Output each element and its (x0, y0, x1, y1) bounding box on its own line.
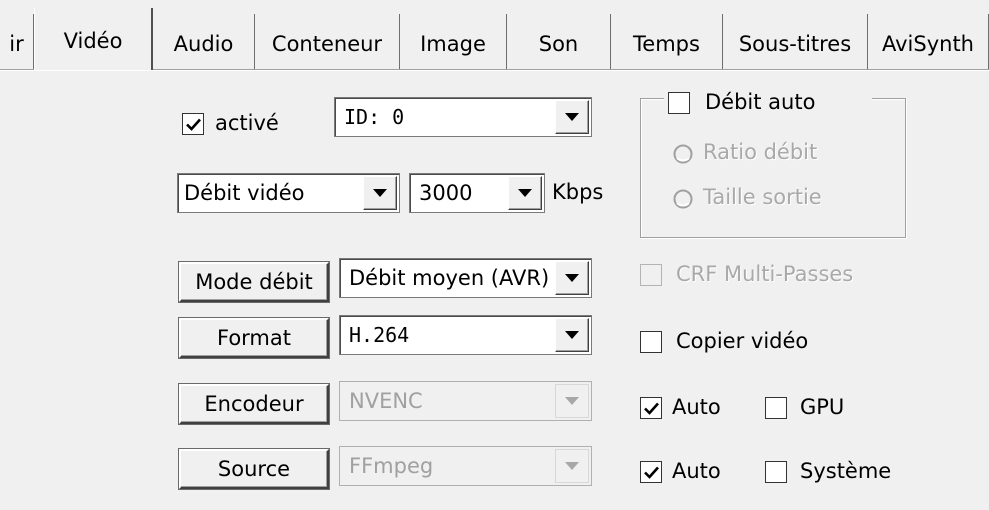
radio-ratio-debit[interactable] (673, 144, 693, 164)
dropdown-button[interactable] (555, 318, 589, 352)
dropdown-button[interactable] (555, 449, 589, 483)
dropdown-button[interactable] (363, 176, 397, 210)
bitrate-value-select[interactable]: 3000 (409, 173, 545, 213)
gpu-checkbox[interactable] (765, 397, 787, 419)
copy-video-label: Copier vidéo (676, 329, 809, 353)
source-auto-checkbox[interactable] (640, 461, 662, 483)
chevron-down-icon (518, 189, 532, 197)
chevron-down-icon (565, 331, 579, 339)
auto-bitrate-checkbox[interactable] (668, 92, 690, 114)
radio-taille-sortie[interactable] (673, 189, 693, 209)
taille-sortie-label: Taille sortie (703, 185, 822, 209)
rate-mode-value: Débit moyen (AVR) (349, 266, 550, 290)
source-button[interactable]: Source (179, 449, 329, 489)
auto-bitrate-label: Débit auto (705, 90, 816, 114)
gpu-label: GPU (800, 395, 845, 419)
tab-partial[interactable]: ir (0, 14, 34, 69)
format-value: H.264 (349, 323, 410, 347)
chevron-down-icon (565, 397, 579, 405)
tab-image[interactable]: Image (400, 14, 507, 69)
encoder-button-label: Encodeur (204, 392, 304, 416)
chevron-down-icon (373, 189, 387, 197)
tab-video[interactable]: Vidéo (34, 8, 153, 70)
enabled-checkbox[interactable] (182, 113, 204, 135)
rate-mode-button[interactable]: Mode débit (179, 262, 329, 302)
rate-mode-button-label: Mode débit (195, 270, 313, 294)
source-select[interactable]: FFmpeg (339, 446, 592, 486)
checkmark-icon (185, 118, 201, 131)
source-button-label: Source (217, 457, 291, 481)
system-label: Système (800, 459, 892, 483)
system-checkbox[interactable] (765, 461, 787, 483)
crf-multipass-checkbox[interactable] (640, 264, 662, 286)
format-select[interactable]: H.264 (339, 315, 592, 355)
encoder-auto-checkbox[interactable] (640, 397, 662, 419)
tab-audio[interactable]: Audio (153, 14, 255, 69)
dropdown-button[interactable] (555, 384, 589, 418)
enabled-label: activé (215, 111, 279, 135)
bitrate-value: 3000 (419, 181, 473, 205)
encoder-button[interactable]: Encodeur (179, 384, 329, 424)
ratio-debit-label: Ratio débit (703, 140, 818, 164)
dropdown-button[interactable] (555, 100, 589, 134)
checkmark-icon (643, 466, 659, 479)
format-button-label: Format (216, 326, 291, 350)
tab-temps[interactable]: Temps (611, 14, 723, 69)
chevron-down-icon (565, 462, 579, 470)
source-value: FFmpeg (349, 454, 434, 478)
dropdown-button[interactable] (555, 261, 589, 295)
dropdown-button[interactable] (508, 176, 542, 210)
encoder-auto-label: Auto (672, 395, 721, 419)
format-button[interactable]: Format (179, 318, 329, 358)
tab-son[interactable]: Son (507, 14, 611, 69)
bitrate-type-value: Débit vidéo (184, 181, 305, 205)
crf-multipass-label: CRF Multi-Passes (676, 262, 854, 286)
tab-conteneur[interactable]: Conteneur (255, 14, 400, 69)
checkmark-icon (643, 402, 659, 415)
chevron-down-icon (565, 274, 579, 282)
tab-sous-titres[interactable]: Sous-titres (723, 14, 868, 69)
tab-strip: ir Vidéo Audio Conteneur Image Son Temps… (0, 0, 989, 70)
encoder-value: NVENC (349, 389, 423, 413)
encoder-select[interactable]: NVENC (339, 381, 592, 421)
stream-id-value: ID: 0 (344, 105, 405, 129)
bitrate-unit-label: Kbps (552, 180, 604, 204)
stream-id-select[interactable]: ID: 0 (334, 97, 592, 137)
auto-bitrate-group (640, 98, 906, 238)
bitrate-type-select[interactable]: Débit vidéo (177, 173, 400, 213)
tab-avisynth[interactable]: AviSynth (868, 14, 989, 69)
copy-video-checkbox[interactable] (640, 331, 662, 353)
chevron-down-icon (565, 113, 579, 121)
tab-divider-highlight (0, 70, 989, 71)
source-auto-label: Auto (672, 459, 721, 483)
rate-mode-select[interactable]: Débit moyen (AVR) (339, 258, 592, 298)
